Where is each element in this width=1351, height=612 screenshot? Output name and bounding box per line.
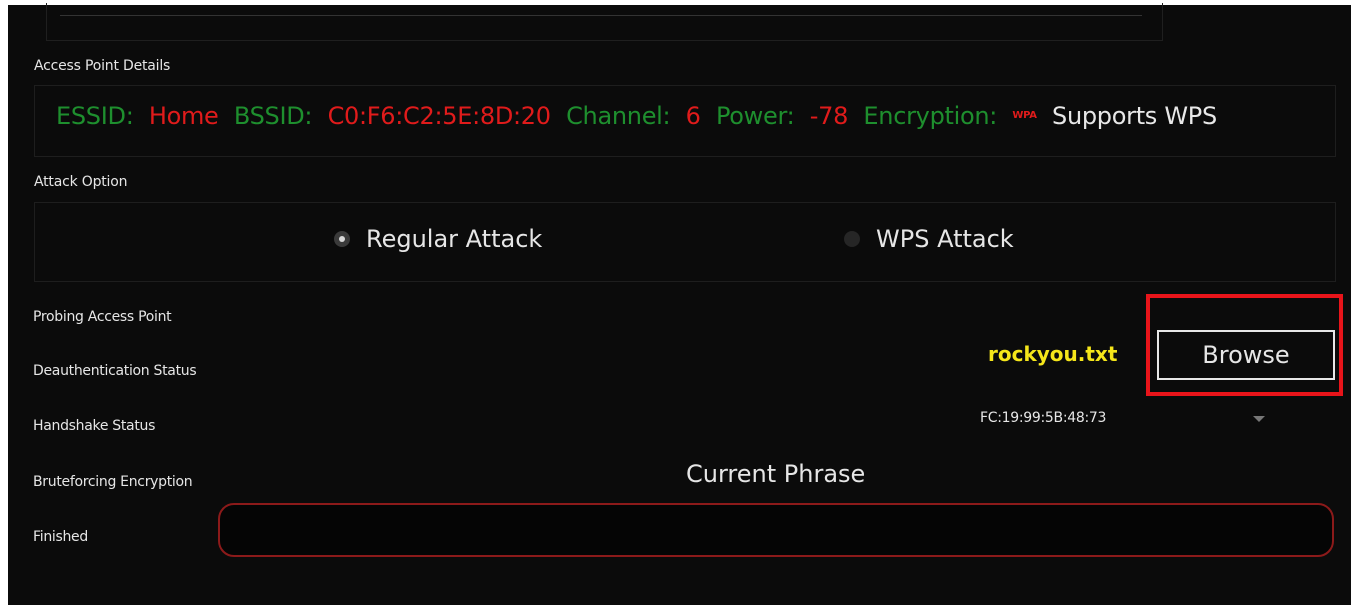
screenshot-border-left [0, 0, 8, 612]
bssid-label: BSSID: [233, 102, 313, 130]
essid-value: Home [148, 102, 219, 130]
status-probing: Probing Access Point [33, 309, 172, 325]
current-phrase-label: Current Phrase [686, 460, 866, 488]
app-window: Access Point Details ESSID: Home BSSID: … [8, 3, 1351, 605]
wordlist-filename: rockyou.txt [988, 342, 1118, 366]
client-mac-select[interactable]: FC:19:99:5B:48:73 [980, 410, 1270, 432]
bssid-value: C0:F6:C2:5E:8D:20 [327, 102, 551, 130]
encryption-label: Encryption: [863, 102, 998, 130]
power-label: Power: [715, 102, 795, 130]
essid-label: ESSID: [56, 102, 134, 130]
status-deauthentication: Deauthentication Status [33, 363, 197, 379]
radio-checked-icon [334, 231, 350, 247]
radio-unchecked-icon [844, 231, 860, 247]
access-point-details-line: ESSID: Home BSSID: C0:F6:C2:5E:8D:20 Cha… [56, 102, 1225, 130]
encryption-value: WPA [1012, 110, 1037, 121]
top-group-divider [60, 15, 1142, 16]
regular-attack-radio[interactable]: Regular Attack [334, 225, 542, 253]
top-group-box [46, 3, 1163, 41]
attack-option-group-label: Attack Option [34, 174, 128, 190]
channel-value: 6 [685, 102, 701, 130]
dropdown-arrow-icon [1253, 416, 1265, 422]
attack-option-box [34, 202, 1336, 282]
regular-attack-label: Regular Attack [366, 225, 543, 253]
browse-button[interactable]: Browse [1157, 330, 1335, 380]
screenshot-border-bottom [0, 605, 1351, 612]
client-mac-value: FC:19:99:5B:48:73 [980, 410, 1107, 426]
status-bruteforcing: Bruteforcing Encryption [33, 474, 193, 490]
power-value: -78 [809, 102, 849, 130]
current-phrase-field [218, 503, 1334, 557]
status-finished: Finished [33, 529, 88, 545]
status-handshake: Handshake Status [33, 418, 156, 434]
channel-label: Channel: [566, 102, 671, 130]
wps-attack-radio[interactable]: WPS Attack [844, 225, 1014, 253]
access-point-group-label: Access Point Details [34, 58, 171, 74]
wps-attack-label: WPS Attack [876, 225, 1014, 253]
wps-support-text: Supports WPS [1052, 102, 1217, 130]
